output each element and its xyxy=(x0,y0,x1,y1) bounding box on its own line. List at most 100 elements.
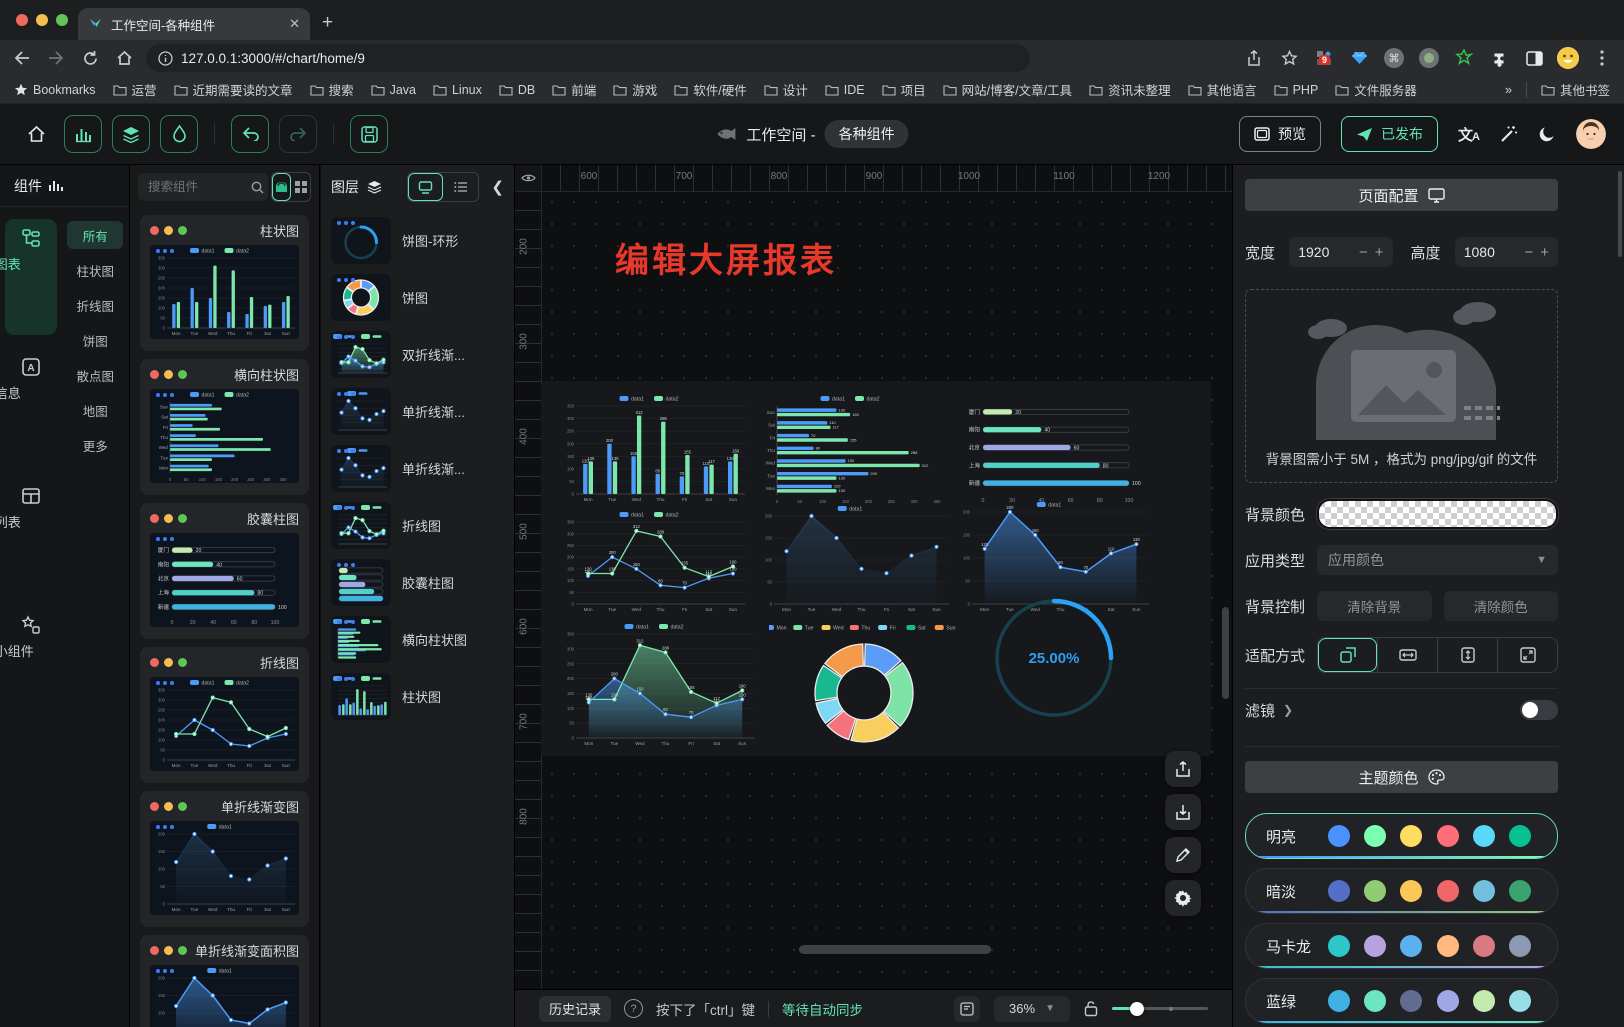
fit-height-button[interactable] xyxy=(1437,638,1497,672)
vertical-scrollbar[interactable] xyxy=(1222,607,1229,699)
tab-close-icon[interactable]: ✕ xyxy=(289,16,300,32)
decrement-icon[interactable]: − xyxy=(1359,244,1368,261)
search-input[interactable] xyxy=(138,173,268,201)
theme-row-蓝绿[interactable]: 蓝绿 xyxy=(1245,978,1558,1024)
bookmark-item[interactable]: 项目 xyxy=(882,80,926,99)
bookmark-item[interactable]: Linux xyxy=(433,80,482,99)
page-title[interactable]: 编辑大屏报表 xyxy=(615,233,837,282)
increment-icon[interactable]: + xyxy=(1540,244,1549,261)
layers-thumbnail-view-toggle[interactable] xyxy=(408,173,443,201)
canvas-chart-gradient-line[interactable]: 050100150200MonTueWedThuFriSatSundata1 xyxy=(757,503,953,615)
redo-button[interactable] xyxy=(279,115,317,153)
sidebar-item-info[interactable]: A信息 xyxy=(5,348,57,464)
canvas-chart-pie[interactable]: MonTueWedThuFriSatSun xyxy=(769,621,959,749)
canvas-chart-capsule[interactable]: 厦门20南阳40北京60上海80新疆100020406080100 xyxy=(961,393,1153,505)
layer-item[interactable]: 折线图 xyxy=(331,502,504,549)
fit-stretch-button[interactable] xyxy=(1497,638,1557,672)
layer-item[interactable]: 胶囊柱图 xyxy=(331,559,504,606)
bookmarks-overflow[interactable]: » xyxy=(1505,83,1512,97)
fit-width-button[interactable] xyxy=(1377,638,1437,672)
detail-panel-icon[interactable] xyxy=(954,996,980,1022)
new-tab-button[interactable]: + xyxy=(322,10,333,36)
category-item[interactable]: 更多 xyxy=(67,431,123,459)
sidebar-item-table[interactable]: 列表 xyxy=(5,477,57,593)
bookmark-item[interactable]: 前端 xyxy=(552,80,596,99)
decrement-icon[interactable]: − xyxy=(1524,244,1533,261)
width-input[interactable]: 1920−+ xyxy=(1289,237,1392,267)
category-item[interactable]: 饼图 xyxy=(67,326,123,354)
reload-icon[interactable] xyxy=(78,46,102,70)
zoom-slider[interactable] xyxy=(1112,1002,1208,1016)
app-type-select[interactable]: 应用颜色▼ xyxy=(1317,545,1558,575)
gem-extension-icon[interactable] xyxy=(1347,46,1371,70)
bookmark-item[interactable]: PHP xyxy=(1274,80,1319,99)
category-item[interactable]: 所有 xyxy=(67,221,123,249)
bookmark-item[interactable]: 文件服务器 xyxy=(1335,80,1417,99)
layer-item[interactable]: 横向柱状图 xyxy=(331,616,504,663)
import-button[interactable] xyxy=(1165,794,1201,830)
layer-item[interactable]: 单折线渐... xyxy=(331,445,504,492)
minimize-window-button[interactable] xyxy=(36,14,48,26)
forward-icon[interactable] xyxy=(44,46,68,70)
theme-row-马卡龙[interactable]: 马卡龙 xyxy=(1245,923,1558,969)
bookmark-item[interactable]: 资讯未整理 xyxy=(1089,80,1171,99)
canvas-grid[interactable]: 编辑大屏报表 050100150200250300350MonTueWedThu… xyxy=(541,191,1232,990)
canvas-chart-double-area[interactable]: 050100150200250300350MonTueWedThuFriSatS… xyxy=(559,621,759,749)
edit-button[interactable] xyxy=(1165,837,1201,873)
history-button[interactable]: 历史记录 xyxy=(539,996,611,1022)
dashboard-preview[interactable]: 050100150200250300350MonTueWedThuFriSatS… xyxy=(541,381,1211,756)
eye-icon[interactable] xyxy=(515,165,542,192)
help-icon[interactable]: ? xyxy=(624,999,643,1018)
toggle-config-panel-button[interactable] xyxy=(160,115,198,153)
canvas-chart-line[interactable]: 050100150200250300350MonTueWedThuFriSatS… xyxy=(559,509,749,615)
component-card[interactable]: 单折线渐变图050100150200MonTueWedThuFriSatSund… xyxy=(140,791,309,927)
canvas-chart-horizontal-bar[interactable]: 050100150200250300350120130Mon200130Tue1… xyxy=(757,393,953,505)
sidebar-item-chart[interactable]: 图表 xyxy=(5,219,57,335)
background-upload-dropzone[interactable]: 背景图需小于 5M ，格式为 png/jpg/gif 的文件 xyxy=(1245,289,1558,483)
component-card[interactable]: 单折线渐变面积图050100150200MonTueWedThuFriSatSu… xyxy=(140,935,309,1027)
slider-knob[interactable] xyxy=(1130,1002,1144,1016)
bookmark-item[interactable]: 近期需要读的文章 xyxy=(174,80,293,99)
puzzle-extension-icon[interactable] xyxy=(1487,46,1511,70)
dark-mode-moon-icon[interactable] xyxy=(1538,125,1556,143)
undo-button[interactable] xyxy=(231,115,269,153)
url-bar[interactable]: 127.0.0.1:3000/#/chart/home/9 xyxy=(146,44,1030,72)
sidebar-toggle-icon[interactable] xyxy=(1522,46,1546,70)
app-home-button[interactable] xyxy=(18,116,54,152)
increment-icon[interactable]: + xyxy=(1375,244,1384,261)
bookmark-star-icon[interactable] xyxy=(1277,46,1301,70)
save-button[interactable] xyxy=(350,115,388,153)
zoom-select[interactable]: 36%▼ xyxy=(994,996,1070,1022)
bookmark-item[interactable]: Java xyxy=(371,80,416,99)
home-icon[interactable] xyxy=(112,46,136,70)
export-button[interactable] xyxy=(1165,751,1201,787)
language-icon[interactable]: 文A xyxy=(1458,124,1479,145)
bookmark-item[interactable]: 搜索 xyxy=(310,80,354,99)
browser-tab[interactable]: 工作空间-各种组件 ✕ xyxy=(78,8,310,40)
view-single-toggle[interactable] xyxy=(272,173,291,201)
close-window-button[interactable] xyxy=(16,14,28,26)
command-extension-icon[interactable]: ⌘ xyxy=(1382,46,1406,70)
component-card[interactable]: 胶囊柱图厦门20南阳40北京60上海80新疆100020406080100 xyxy=(140,503,309,639)
lock-icon[interactable] xyxy=(1084,1000,1098,1017)
category-item[interactable]: 地图 xyxy=(67,396,123,424)
user-avatar[interactable] xyxy=(1576,119,1606,149)
layer-item[interactable]: 双折线渐... xyxy=(331,331,504,378)
category-item[interactable]: 柱状图 xyxy=(67,256,123,284)
canvas-chart-progress-ring[interactable]: 25.00% xyxy=(969,585,1139,727)
magic-wand-icon[interactable] xyxy=(1499,125,1518,144)
canvas-area[interactable]: 6007008009001000110012001300 20030040050… xyxy=(515,165,1232,1027)
filter-toggle[interactable] xyxy=(1520,700,1558,720)
bookmark-item[interactable]: 运营 xyxy=(113,80,157,99)
site-info-icon[interactable] xyxy=(158,51,173,66)
maximize-window-button[interactable] xyxy=(56,14,68,26)
horizontal-scrollbar[interactable] xyxy=(799,945,991,954)
theme-row-明亮[interactable]: 明亮 xyxy=(1245,813,1558,859)
fit-scale-button[interactable] xyxy=(1318,638,1377,672)
theme-row-暗淡[interactable]: 暗淡 xyxy=(1245,868,1558,914)
collapse-panel-icon[interactable]: ❮ xyxy=(491,178,504,196)
component-card[interactable]: 柱状图050100150200250300350MonTueWedThuFriS… xyxy=(140,215,309,351)
browser-profile-avatar[interactable] xyxy=(1557,47,1579,69)
preview-button[interactable]: 预览 xyxy=(1239,116,1321,152)
bookmark-item[interactable]: 软件/硬件 xyxy=(674,80,746,99)
